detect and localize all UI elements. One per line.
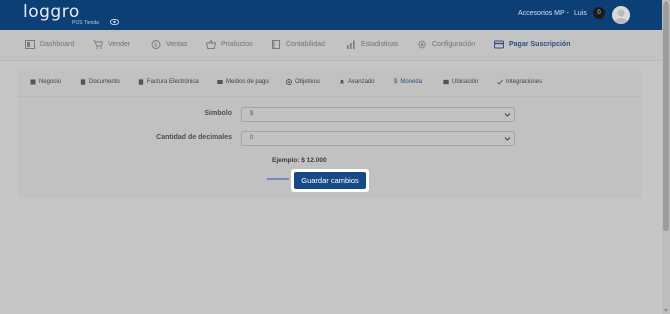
notification-badge[interactable]: 0 [593,7,605,19]
dashboard-icon [25,40,35,49]
symbol-value: $ [250,111,254,117]
tab-label: Ubicación [452,79,479,85]
credit-card-icon [494,40,504,49]
tab-avanzado[interactable]: Avanzado [339,79,375,85]
svg-text:$: $ [154,43,157,49]
tab-label: Medios de pago [226,79,269,85]
app-logo[interactable]: loggro POS Tienda [23,2,99,27]
nav-item-label: Ventas [166,41,188,48]
currency-example: Ejemplo: $ 12.000 [272,157,327,164]
chevron-down-icon [504,137,511,141]
bell-icon [340,79,344,84]
symbol-select[interactable]: $ [241,107,515,122]
settings-panel: Negocio Documento Factura Electrónica Me… [18,69,642,198]
decimals-label: Cantidad de decimales [156,134,232,141]
building-icon [30,79,36,85]
nav-item-estadisticas[interactable]: Estadisticas [346,40,398,49]
nav-item-pagar-suscripcion[interactable]: Pagar Suscripción [494,40,570,49]
tab-label: Avanzado [348,79,375,85]
settings-tabs: Negocio Documento Factura Electrónica Me… [18,69,642,97]
top-header: loggro POS Tienda Accesorios MP - Luis 0 [0,0,662,30]
tab-integraciones[interactable]: Integraciones [497,79,542,85]
nav-item-configuracion[interactable]: Configuración [417,40,475,49]
book-icon [272,40,280,49]
decimals-select[interactable]: 0 [241,131,515,146]
chevron-down-icon [504,113,511,117]
scroll-thumb[interactable] [663,3,669,231]
tab-label: Moneda [400,79,423,85]
dollar-icon: $ [394,79,398,85]
avatar[interactable] [612,6,630,24]
bar-chart-icon [347,40,355,49]
save-button[interactable]: Guardar cambios [294,172,366,189]
logo-tagline: POS Tienda [72,20,99,26]
eye-icon[interactable] [110,19,119,25]
map-icon [443,79,449,85]
nav-item-label: Estadisticas [361,41,399,48]
nav-item-productos[interactable]: Productos [206,40,253,49]
tab-label: Factura Electrónica [147,79,199,85]
nav-item-dashboard[interactable]: Dashboard [25,40,74,49]
main-navigation: Dashboard Vender $ Ventas Productos Cont… [0,30,662,61]
target-icon [286,79,292,85]
tab-label: Integraciones [506,79,543,85]
scroll-down-icon[interactable] [663,308,669,313]
tab-label: Negocio [39,79,62,85]
invoice-icon [138,79,144,85]
tab-factura-electronica[interactable]: Factura Electrónica [138,79,199,85]
tab-documento[interactable]: Documento [80,79,120,85]
document-icon [80,79,86,85]
nav-item-label: Vender [108,41,131,48]
nav-item-label: Contabilidad [286,41,325,48]
tab-label: Documento [89,79,120,85]
basket-icon [206,40,216,49]
nav-item-contabilidad[interactable]: Contabilidad [271,40,325,49]
logo-text: loggro [23,2,80,22]
symbol-label: Simbolo [204,110,232,117]
nav-item-label: Configuración [432,41,476,48]
save-button-highlight: Guardar cambios [291,169,369,192]
store-selector[interactable]: Accesorios MP - [518,10,569,17]
user-name[interactable]: Luis [574,10,587,17]
decimals-value: 0 [250,135,254,141]
nav-item-label: Pagar Suscripción [509,41,571,48]
user-avatar-icon [614,9,628,24]
highlight-pointer [267,178,289,180]
gear-icon [418,40,426,49]
nav-item-ventas[interactable]: $ Ventas [151,40,187,49]
tab-negocio[interactable]: Negocio [30,79,61,85]
tab-objetivos[interactable]: Objetivos [286,79,320,85]
nav-item-vender[interactable]: Vender [93,40,130,49]
page-scrollbar[interactable] [662,0,670,314]
dollar-circle-icon: $ [151,40,161,49]
payment-icon [217,80,223,84]
tab-moneda[interactable]: $ Moneda [394,79,422,85]
tab-ubicacion[interactable]: Ubicación [443,79,478,85]
nav-item-label: Dashboard [40,41,75,48]
tab-label: Objetivos [295,79,321,85]
cart-icon [93,40,103,49]
nav-item-label: Productos [221,41,253,48]
check-icon [497,79,503,85]
tab-medios-de-pago[interactable]: Medios de pago [217,79,269,85]
